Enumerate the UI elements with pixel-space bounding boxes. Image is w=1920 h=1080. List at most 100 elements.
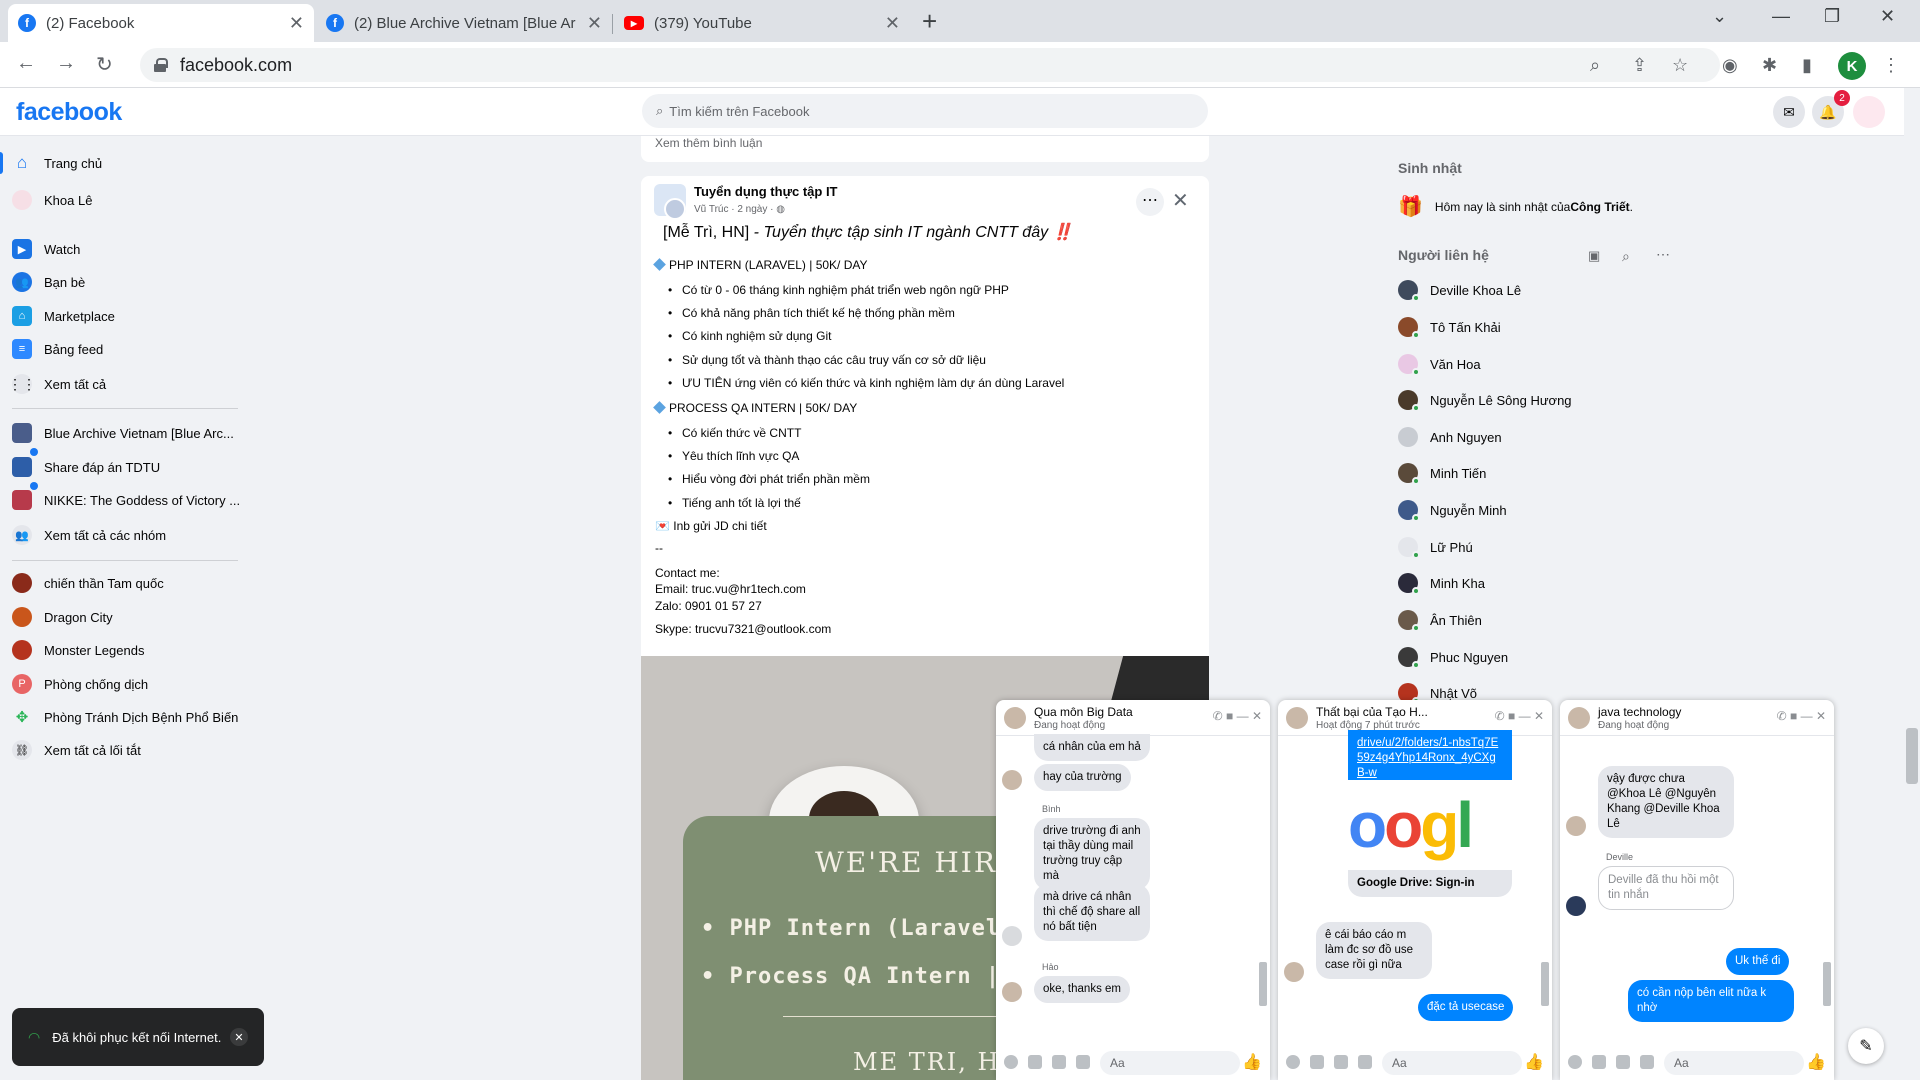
- phone-icon[interactable]: ✆: [1213, 709, 1223, 723]
- tab-youtube[interactable]: ▶ (379) YouTube ✕: [614, 4, 910, 42]
- sidebar-item-see-all[interactable]: ⋮⋮ Xem tất cả: [8, 369, 242, 399]
- group-share-dap-an[interactable]: Share đáp án TDTU: [12, 452, 242, 482]
- search-input[interactable]: ⌕ Tìm kiếm trên Facebook: [642, 94, 1208, 128]
- close-chat-icon[interactable]: ✕: [1816, 709, 1826, 723]
- see-all-groups[interactable]: 👥 Xem tất cả các nhóm: [12, 520, 242, 550]
- scroll-thumb[interactable]: [1823, 962, 1831, 1006]
- sticker-icon[interactable]: [1616, 1055, 1630, 1069]
- restore-icon[interactable]: ❐: [1824, 6, 1840, 27]
- video-call-icon[interactable]: ▣: [1588, 248, 1600, 264]
- zoom-icon[interactable]: ⌕: [1590, 55, 1600, 76]
- post-group-name[interactable]: Tuyển dụng thực tập IT: [694, 184, 838, 199]
- tab-search-icon[interactable]: ⌄: [1712, 6, 1727, 27]
- message-input[interactable]: Aa: [1664, 1051, 1804, 1075]
- close-chat-icon[interactable]: ✕: [1534, 709, 1544, 723]
- minimize-chat-icon[interactable]: —: [1519, 709, 1531, 723]
- sidebar-item-profile[interactable]: Khoa Lê: [12, 185, 242, 215]
- contact-item[interactable]: Minh Kha: [1398, 568, 1485, 598]
- like-icon[interactable]: 👍: [1806, 1052, 1826, 1072]
- sidebar-item-home[interactable]: ⌂ Trang chủ: [12, 148, 242, 178]
- contact-item[interactable]: Phuc Nguyen: [1398, 642, 1508, 672]
- author-avatar[interactable]: [664, 198, 686, 220]
- post-more-icon[interactable]: ⋯: [1136, 188, 1164, 216]
- share-icon[interactable]: ⇪: [1632, 55, 1647, 76]
- sidebar-item-feeds[interactable]: ≡ Bảng feed: [12, 334, 242, 364]
- side-panel-icon[interactable]: ▮: [1802, 55, 1812, 76]
- contact-item[interactable]: Tô Tấn Khải: [1398, 312, 1501, 342]
- shortcut-phong-tranh-dich[interactable]: ✥ Phòng Tránh Dịch Bệnh Phổ Biến: [12, 702, 242, 732]
- new-tab-button[interactable]: +: [922, 6, 937, 37]
- view-more-comments-link[interactable]: Xem thêm bình luận: [655, 136, 762, 150]
- close-window-icon[interactable]: ✕: [1880, 6, 1895, 27]
- message-input[interactable]: Aa: [1382, 1051, 1522, 1075]
- image-icon[interactable]: [1028, 1055, 1042, 1069]
- link-bubble[interactable]: drive/u/2/folders/1-nbsTq7E59z4g4Yhp14Ro…: [1348, 730, 1512, 780]
- group-blue-archive[interactable]: Blue Archive Vietnam [Blue Arc...: [12, 418, 242, 448]
- scroll-thumb[interactable]: [1906, 728, 1918, 784]
- link-preview-title[interactable]: Google Drive: Sign-in: [1348, 870, 1512, 897]
- search-contacts-icon[interactable]: ⌕: [1622, 248, 1630, 265]
- messenger-icon[interactable]: ✉: [1773, 96, 1805, 128]
- plus-icon[interactable]: [1568, 1055, 1582, 1069]
- chat-scrollbar[interactable]: [1259, 740, 1267, 1040]
- see-all-shortcuts[interactable]: ⛓ Xem tất cả lối tắt: [12, 735, 242, 765]
- video-icon[interactable]: ■: [1790, 709, 1797, 723]
- like-icon[interactable]: 👍: [1524, 1052, 1544, 1072]
- shortcut-dragon-city[interactable]: Dragon City: [12, 602, 242, 632]
- extension-icon[interactable]: ◉: [1722, 55, 1738, 76]
- menu-kebab-icon[interactable]: ⋮: [1882, 55, 1900, 76]
- chat-scrollbar[interactable]: [1823, 740, 1831, 1040]
- scroll-thumb[interactable]: [1259, 962, 1267, 1006]
- chat-header[interactable]: java technology Đang hoạt động ✆ ■ — ✕: [1560, 700, 1834, 736]
- gif-icon[interactable]: [1076, 1055, 1090, 1069]
- plus-icon[interactable]: [1286, 1055, 1300, 1069]
- sticker-icon[interactable]: [1052, 1055, 1066, 1069]
- sidebar-item-watch[interactable]: ▶ Watch: [12, 234, 242, 264]
- video-icon[interactable]: ■: [1226, 709, 1233, 723]
- contact-item[interactable]: Anh Nguyen: [1398, 422, 1502, 452]
- contact-item[interactable]: Ân Thiên: [1398, 605, 1482, 635]
- chat-header[interactable]: Qua môn Big Data Đang hoạt động ✆ ■ — ✕: [996, 700, 1270, 736]
- contact-item[interactable]: Minh Tiến: [1398, 458, 1486, 488]
- birthday-name[interactable]: Công Triết: [1570, 200, 1629, 214]
- tab-blue-archive[interactable]: f (2) Blue Archive Vietnam [Blue Ar ✕: [316, 4, 612, 42]
- close-tab-icon[interactable]: ✕: [289, 13, 304, 34]
- contact-item[interactable]: Văn Hoa: [1398, 349, 1481, 379]
- close-tab-icon[interactable]: ✕: [587, 13, 602, 34]
- minimize-chat-icon[interactable]: —: [1801, 709, 1813, 723]
- minimize-icon[interactable]: —: [1772, 6, 1790, 27]
- phone-icon[interactable]: ✆: [1777, 709, 1787, 723]
- group-nikke[interactable]: NIKKE: The Goddess of Victory ...: [12, 485, 242, 515]
- google-logo-preview[interactable]: oogl: [1348, 780, 1512, 870]
- message-input[interactable]: Aa: [1100, 1051, 1240, 1075]
- account-avatar[interactable]: [1853, 96, 1885, 128]
- close-chat-icon[interactable]: ✕: [1252, 709, 1262, 723]
- plus-icon[interactable]: [1004, 1055, 1018, 1069]
- sticker-icon[interactable]: [1334, 1055, 1348, 1069]
- reload-icon[interactable]: ↻: [96, 52, 113, 77]
- contact-item[interactable]: Nguyễn Minh: [1398, 495, 1507, 525]
- shortcut-monster-legends[interactable]: Monster Legends: [12, 635, 242, 665]
- contacts-more-icon[interactable]: ⋯: [1656, 246, 1670, 263]
- phone-icon[interactable]: ✆: [1495, 709, 1505, 723]
- shortcut-phong-chong-dich[interactable]: P Phòng chống dịch: [12, 669, 242, 699]
- facebook-logo[interactable]: facebook: [16, 98, 122, 127]
- gif-icon[interactable]: [1640, 1055, 1654, 1069]
- contact-item[interactable]: Nguyễn Lê Sông Hương: [1398, 385, 1572, 415]
- close-toast-icon[interactable]: ✕: [230, 1028, 248, 1046]
- post-close-icon[interactable]: ✕: [1172, 188, 1189, 213]
- sidebar-item-friends[interactable]: 👥 Bạn bè: [12, 267, 242, 297]
- sidebar-item-marketplace[interactable]: ⌂ Marketplace: [12, 301, 242, 331]
- gif-icon[interactable]: [1358, 1055, 1372, 1069]
- tab-facebook[interactable]: f (2) Facebook ✕: [8, 4, 314, 42]
- page-scrollbar[interactable]: [1904, 88, 1920, 1080]
- image-icon[interactable]: [1592, 1055, 1606, 1069]
- minimize-chat-icon[interactable]: —: [1237, 709, 1249, 723]
- forward-icon[interactable]: →: [56, 52, 76, 75]
- image-icon[interactable]: [1310, 1055, 1324, 1069]
- profile-avatar[interactable]: K: [1838, 52, 1866, 80]
- new-message-button[interactable]: ✎: [1848, 1028, 1884, 1064]
- like-icon[interactable]: 👍: [1242, 1052, 1262, 1072]
- close-tab-icon[interactable]: ✕: [885, 13, 900, 34]
- video-icon[interactable]: ■: [1508, 709, 1515, 723]
